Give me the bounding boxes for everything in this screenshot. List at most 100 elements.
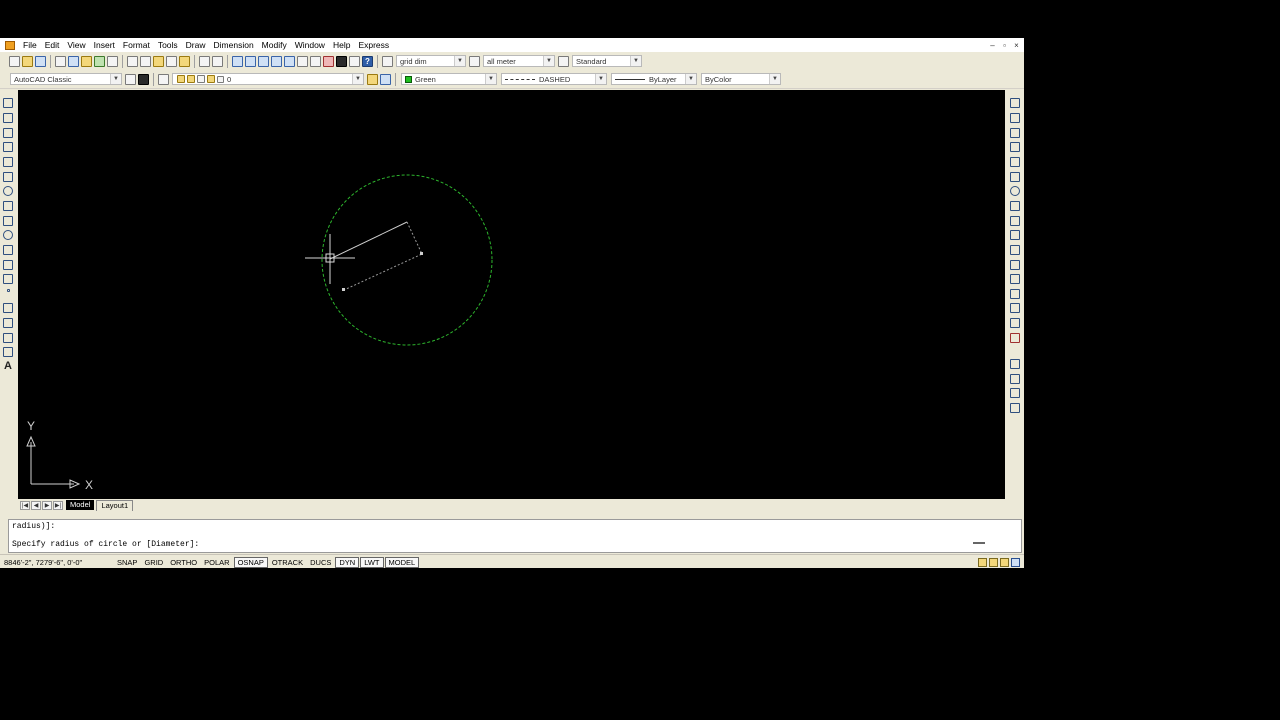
lineweight-select[interactable]: ByLayer ▼ — [611, 73, 697, 85]
polyline-icon[interactable] — [3, 128, 13, 138]
new-icon[interactable] — [9, 55, 20, 67]
tab-layout1[interactable]: Layout1 — [96, 499, 134, 511]
make-block-icon[interactable] — [3, 274, 13, 284]
first-tab-button[interactable]: |◀ — [20, 500, 30, 510]
join-icon[interactable] — [1010, 289, 1020, 299]
lock-toolbar-icon[interactable] — [989, 557, 998, 567]
linetype-select[interactable]: DASHED ▼ — [501, 73, 607, 85]
communication-center-icon[interactable] — [978, 557, 987, 567]
mirror-icon[interactable] — [1010, 128, 1020, 138]
ellipse-icon[interactable] — [3, 230, 13, 240]
array-icon[interactable] — [1010, 157, 1020, 167]
layer-previous-icon[interactable] — [380, 73, 391, 85]
restore-button[interactable]: ▫ — [1000, 41, 1009, 50]
command-window[interactable]: radius)]: Specify radius of circle or [D… — [8, 519, 1022, 553]
scale-icon[interactable] — [1010, 201, 1020, 211]
plot-icon[interactable] — [55, 55, 66, 67]
redo-icon[interactable] — [212, 55, 223, 67]
close-button[interactable]: × — [1012, 41, 1021, 50]
table-icon[interactable] — [3, 347, 13, 357]
menu-draw[interactable]: Draw — [182, 38, 210, 52]
menu-format[interactable]: Format — [119, 38, 154, 52]
chamfer-icon[interactable] — [1010, 303, 1020, 313]
menu-insert[interactable]: Insert — [90, 38, 119, 52]
zoom-realtime-icon[interactable] — [245, 55, 256, 67]
pan-icon[interactable] — [232, 55, 243, 67]
explode-icon[interactable] — [1010, 333, 1020, 343]
help-icon[interactable]: ? — [362, 55, 373, 67]
status-toggle-ortho[interactable]: ORTHO — [167, 557, 200, 568]
clean-screen-icon[interactable] — [1011, 557, 1020, 567]
rotate-icon[interactable] — [1010, 186, 1020, 196]
menu-tools[interactable]: Tools — [154, 38, 182, 52]
make-object-layer-current-icon[interactable] — [367, 73, 378, 85]
status-toggle-lwt[interactable]: LWT — [360, 556, 384, 568]
status-toggle-grid[interactable]: GRID — [141, 557, 166, 568]
trim-icon[interactable] — [1010, 230, 1020, 240]
command-prompt[interactable]: Specify radius of circle or [Diameter]: — [12, 540, 199, 549]
polygon-icon[interactable] — [3, 142, 13, 152]
command-window-minimize[interactable] — [973, 542, 985, 544]
previous-tab-button[interactable]: ◀ — [31, 500, 41, 510]
my-workspace-icon[interactable] — [138, 73, 149, 85]
menu-dimension[interactable]: Dimension — [210, 38, 258, 52]
spline-icon[interactable] — [3, 216, 13, 226]
3d-dwf-icon[interactable] — [94, 55, 105, 67]
design-center-icon[interactable] — [297, 55, 308, 67]
status-toggle-model[interactable]: MODEL — [384, 556, 420, 568]
status-toggle-dyn[interactable]: DYN — [335, 556, 360, 568]
workspace-settings-icon[interactable] — [125, 73, 136, 85]
open-icon[interactable] — [22, 55, 33, 67]
erase-icon[interactable] — [1010, 98, 1020, 108]
tool-palettes-icon[interactable] — [310, 55, 321, 67]
autocad-logo-icon[interactable] — [5, 40, 15, 50]
quickcalc-icon[interactable] — [349, 55, 360, 67]
annotation-icon[interactable] — [1000, 557, 1009, 567]
bring-above-icon[interactable] — [1010, 388, 1020, 398]
table-style-icon[interactable] — [558, 55, 569, 67]
break-icon[interactable] — [1010, 274, 1020, 284]
insert-block-icon[interactable] — [3, 260, 13, 270]
move-icon[interactable] — [1010, 172, 1020, 182]
stretch-icon[interactable] — [1010, 216, 1020, 226]
circle-entity[interactable] — [321, 174, 493, 346]
sheet-set-manager-icon[interactable] — [323, 55, 334, 67]
copy-object-icon[interactable] — [1010, 113, 1020, 123]
save-icon[interactable] — [35, 55, 46, 67]
menu-help[interactable]: Help — [329, 38, 354, 52]
multiline-text-icon[interactable]: A — [4, 360, 12, 372]
coordinate-readout[interactable]: 8846'-2", 7279'-6", 0'-0" — [0, 558, 114, 567]
properties-icon[interactable] — [284, 55, 295, 67]
plot-preview-icon[interactable] — [68, 55, 79, 67]
next-tab-button[interactable]: ▶ — [42, 500, 52, 510]
status-toggle-snap[interactable]: SNAP — [114, 557, 140, 568]
arc-icon[interactable] — [3, 172, 13, 182]
color-select[interactable]: Green ▼ — [401, 73, 497, 85]
drawing-canvas[interactable]: Y X — [18, 90, 1005, 500]
tab-model[interactable]: Model — [66, 500, 95, 510]
layer-properties-icon[interactable] — [158, 73, 169, 85]
draw-order-front-icon[interactable] — [1010, 359, 1020, 369]
dimension-style-icon[interactable] — [382, 55, 393, 67]
rectangle-icon[interactable] — [3, 157, 13, 167]
workspace-select[interactable]: AutoCAD Classic ▼ — [10, 73, 122, 85]
menu-file[interactable]: File — [19, 38, 41, 52]
menu-window[interactable]: Window — [291, 38, 329, 52]
extend-icon[interactable] — [1010, 245, 1020, 255]
break-at-point-icon[interactable] — [1010, 260, 1020, 270]
layer-select[interactable]: 0 ▼ — [172, 73, 364, 85]
last-tab-button[interactable]: ▶| — [53, 500, 63, 510]
draw-order-back-icon[interactable] — [1010, 374, 1020, 384]
offset-icon[interactable] — [1010, 142, 1020, 152]
line-icon[interactable] — [3, 98, 13, 108]
status-toggle-osnap[interactable]: OSNAP — [233, 556, 268, 568]
sheet-set-icon[interactable] — [107, 55, 118, 67]
match-properties-icon[interactable] — [166, 55, 177, 67]
circle-icon[interactable] — [3, 186, 13, 196]
menu-modify[interactable]: Modify — [258, 38, 291, 52]
cut-icon[interactable] — [127, 55, 138, 67]
minimize-button[interactable]: – — [988, 41, 997, 50]
block-editor-icon[interactable] — [179, 55, 190, 67]
ellipse-arc-icon[interactable] — [3, 245, 13, 255]
undo-icon[interactable] — [199, 55, 210, 67]
